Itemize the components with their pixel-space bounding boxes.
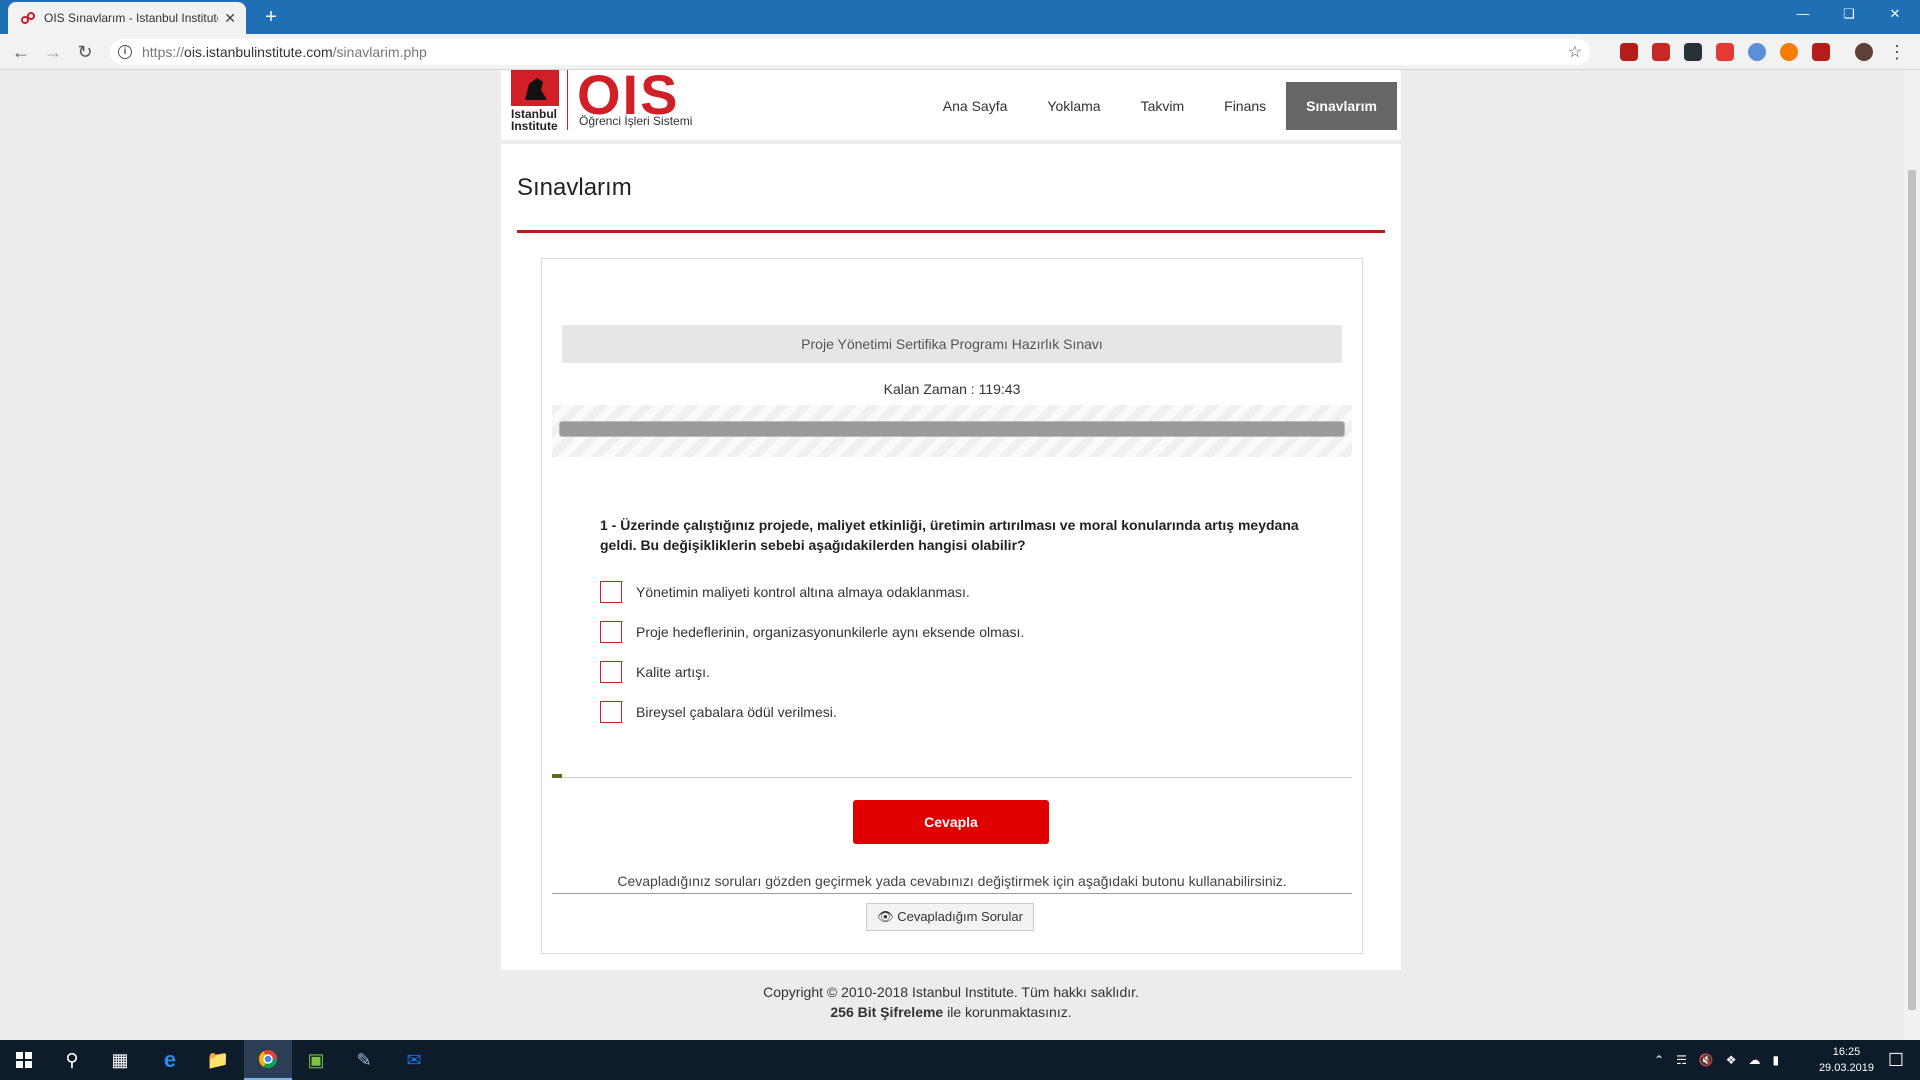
url-text: https://ois.istanbulinstitute.com/sinavl… xyxy=(142,44,427,60)
extension-shield-icon[interactable] xyxy=(1620,43,1638,61)
task-view-icon[interactable]: ▦ xyxy=(96,1040,144,1080)
question-progress-marker xyxy=(552,774,562,778)
restore-icon[interactable]: ❏ xyxy=(1826,0,1872,28)
close-window-icon[interactable]: ✕ xyxy=(1872,0,1918,28)
logo-divider xyxy=(567,70,568,130)
exam-panel: Proje Yönetimi Sertifika Programı Hazırl… xyxy=(541,258,1363,954)
extension-io-icon[interactable] xyxy=(1684,43,1702,61)
page-viewport: Istanbul Institute OIS Öğrenci İşleri Si… xyxy=(0,70,1904,1040)
forward-icon[interactable]: → xyxy=(42,41,64,63)
nav-finans[interactable]: Finans xyxy=(1204,82,1286,130)
site-info-icon[interactable]: i xyxy=(118,45,132,59)
chrome-icon[interactable] xyxy=(244,1040,292,1080)
nav-yoklama[interactable]: Yoklama xyxy=(1027,82,1120,130)
eye-icon: 👁 xyxy=(877,909,894,924)
logo-institute-text: Istanbul Institute xyxy=(511,107,558,133)
answer-option-4[interactable]: Bireysel çabalara ödül verilmesi. xyxy=(600,701,837,723)
option-label: Bireysel çabalara ödül verilmesi. xyxy=(636,704,837,720)
volume-icon[interactable]: 🔇 xyxy=(1699,1053,1714,1067)
nav-sinavlarim[interactable]: Sınavlarım xyxy=(1286,82,1397,130)
time-progress-fill xyxy=(560,422,1344,436)
answered-questions-button[interactable]: 👁 Cevapladığım Sorular xyxy=(866,903,1034,931)
tab-title: OIS Sınavlarım - Istanbul Institute xyxy=(44,11,219,25)
scrollbar-thumb[interactable] xyxy=(1908,170,1916,1010)
notifications-icon[interactable]: ☐ xyxy=(1872,1040,1920,1080)
browser-titlebar: OIS Sınavlarım - Istanbul Institute ✕ + … xyxy=(0,0,1920,34)
remaining-time: Kalan Zaman : 119:43 xyxy=(883,381,1021,397)
bookmark-star-icon[interactable]: ☆ xyxy=(1568,42,1582,62)
extension-angular-icon[interactable] xyxy=(1812,43,1830,61)
option-label: Kalite artışı. xyxy=(636,664,710,680)
remote-app-icon[interactable]: ▣ xyxy=(292,1040,340,1080)
back-icon[interactable]: ← xyxy=(10,41,32,63)
notepad-app-icon[interactable]: ✎ xyxy=(340,1040,388,1080)
tray-chevron-icon[interactable]: ⌃ xyxy=(1654,1053,1664,1067)
question-divider xyxy=(552,777,1352,778)
profile-avatar[interactable] xyxy=(1855,43,1873,61)
edge-browser-icon[interactable]: e xyxy=(146,1040,194,1080)
menu-dots-icon[interactable]: ⋮ xyxy=(1886,41,1908,63)
page-title: Sınavlarım xyxy=(517,174,632,201)
title-divider xyxy=(517,230,1385,233)
answer-button[interactable]: Cevapla xyxy=(853,800,1049,844)
answer-option-3[interactable]: Kalite artışı. xyxy=(600,661,710,683)
nav-takvim[interactable]: Takvim xyxy=(1121,82,1205,130)
system-tray: ⌃ ☴ 🔇 ❖ ☁ ▮ xyxy=(1654,1040,1779,1080)
main-nav: Ana Sayfa Yoklama Takvim Finans Sınavlar… xyxy=(923,82,1397,130)
istanbul-institute-logo-icon xyxy=(511,70,559,106)
address-bar[interactable]: i https://ois.istanbulinstitute.com/sina… xyxy=(110,39,1590,65)
review-instructions: Cevapladığınız soruları gözden geçirmek … xyxy=(617,873,1287,889)
option-checkbox[interactable] xyxy=(600,701,622,723)
taskbar-clock[interactable]: 16:25 29.03.2019 xyxy=(1819,1044,1874,1076)
option-label: Yönetimin maliyeti kontrol altına almaya… xyxy=(636,584,970,600)
clock-date: 29.03.2019 xyxy=(1818,1062,1874,1074)
page-footer: Copyright © 2010-2018 Istanbul Institute… xyxy=(501,982,1401,1022)
copyright-text: Copyright © 2010-2018 Istanbul Institute… xyxy=(763,984,1139,1000)
extension-blue-icon[interactable] xyxy=(1748,43,1766,61)
extension-orange-icon[interactable] xyxy=(1780,43,1798,61)
site-header: Istanbul Institute OIS Öğrenci İşleri Si… xyxy=(501,70,1401,140)
time-progress-track xyxy=(552,405,1352,457)
new-tab-button[interactable]: + xyxy=(258,4,284,30)
main-content: Sınavlarım Proje Yönetimi Sertifika Prog… xyxy=(501,144,1401,970)
windows-taskbar: ⚲ ▦ e 📁 ▣ ✎ ✉ ⌃ ☴ 🔇 ❖ ☁ ▮ 16:25 29.03.20… xyxy=(0,1040,1920,1080)
battery-icon[interactable]: ▮ xyxy=(1773,1053,1780,1067)
time-progress-bar xyxy=(559,421,1345,437)
option-label: Proje hedeflerinin, organizasyonunkilerl… xyxy=(636,624,1025,640)
browser-tab[interactable]: OIS Sınavlarım - Istanbul Institute ✕ xyxy=(8,2,246,34)
option-checkbox[interactable] xyxy=(600,581,622,603)
dropbox-icon[interactable]: ❖ xyxy=(1726,1053,1737,1067)
reload-icon[interactable]: ↻ xyxy=(74,41,96,63)
clock-time: 16:25 xyxy=(1832,1046,1861,1058)
question-text: 1 - Üzerinde çalıştığınız projede, maliy… xyxy=(600,517,1299,553)
answer-option-1[interactable]: Yönetimin maliyeti kontrol altına almaya… xyxy=(600,581,970,603)
logo-subtitle: Öğrenci İşleri Sistemi xyxy=(579,114,693,128)
cloud-icon[interactable]: ☁ xyxy=(1749,1053,1761,1067)
exam-title: Proje Yönetimi Sertifika Programı Hazırl… xyxy=(562,325,1342,363)
outlook-icon[interactable]: ✉ xyxy=(390,1040,438,1080)
answer-option-2[interactable]: Proje hedeflerinin, organizasyonunkilerl… xyxy=(600,621,1024,643)
ois-favicon-icon xyxy=(20,10,36,26)
extension-eyedropper-icon[interactable] xyxy=(1716,43,1734,61)
browser-toolbar: ← → ↻ i https://ois.istanbulinstitute.co… xyxy=(0,34,1920,70)
page-scrollbar[interactable] xyxy=(1904,70,1920,1040)
nav-ana-sayfa[interactable]: Ana Sayfa xyxy=(923,82,1028,130)
option-checkbox[interactable] xyxy=(600,621,622,643)
encryption-text: 256 Bit Şifreleme ile korunmaktasınız. xyxy=(830,1004,1072,1020)
close-tab-icon[interactable]: ✕ xyxy=(224,10,236,27)
extension-d-icon[interactable] xyxy=(1652,43,1670,61)
option-checkbox[interactable] xyxy=(600,661,622,683)
answered-questions-label: Cevapladığım Sorular xyxy=(897,909,1023,924)
review-divider xyxy=(552,893,1352,894)
wifi-icon[interactable]: ☴ xyxy=(1676,1053,1687,1067)
windows-start-icon[interactable] xyxy=(0,1040,48,1080)
minimize-icon[interactable]: — xyxy=(1780,0,1826,28)
search-icon[interactable]: ⚲ xyxy=(48,1040,96,1080)
file-explorer-icon[interactable]: 📁 xyxy=(194,1040,242,1080)
